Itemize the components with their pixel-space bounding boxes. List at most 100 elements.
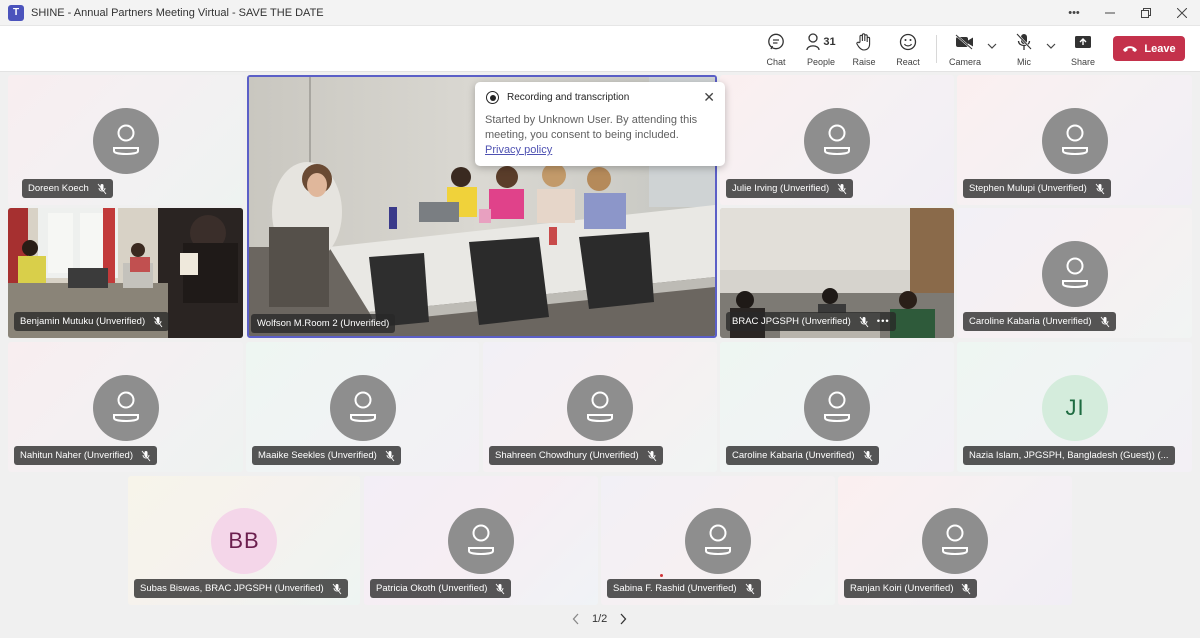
speaking-indicator [660, 574, 663, 577]
participant-name-tag: Subas Biswas, BRAC JPGSPH (Unverified) [134, 579, 348, 598]
more-options-icon[interactable]: ••• [1056, 0, 1092, 26]
participant-name: Stephen Mulupi (Unverified) [969, 183, 1087, 194]
raise-hand-button[interactable]: Raise [850, 26, 878, 72]
participant-tile[interactable]: BRAC JPGSPH (Unverified) ••• [720, 208, 954, 338]
participant-name: Nazia Islam, JPGSPH, Bangladesh (Guest))… [969, 450, 1169, 461]
mic-label: Mic [1017, 57, 1031, 67]
participant-name: Nahitun Naher (Unverified) [20, 450, 133, 461]
participant-name-tag: Doreen Koech [22, 179, 113, 198]
share-icon [1074, 32, 1092, 52]
window-title: SHINE - Annual Partners Meeting Virtual … [31, 6, 324, 19]
mic-options-chevron-icon[interactable] [1046, 42, 1056, 50]
close-icon[interactable]: ✕ [703, 89, 715, 106]
participant-tile[interactable]: Stephen Mulupi (Unverified) [957, 75, 1192, 205]
participant-name: Maaike Seekles (Unverified) [258, 450, 377, 461]
recording-message: Started by Unknown User. By attending th… [485, 114, 698, 141]
camera-label: Camera [948, 57, 981, 67]
participant-tile[interactable]: Maaike Seekles (Unverified) [246, 342, 479, 472]
default-avatar-icon [330, 375, 396, 441]
default-avatar-icon [685, 508, 751, 574]
restore-icon[interactable] [1128, 0, 1164, 26]
mic-off-icon [1016, 32, 1032, 52]
meeting-toolbar: Chat 31 People Raise React Camera Mic Sh… [0, 26, 1200, 72]
participant-name-tag: Nazia Islam, JPGSPH, Bangladesh (Guest))… [963, 446, 1175, 465]
gallery-pagination: 1/2 [572, 613, 627, 625]
participant-tile[interactable]: Patricia Okoth (Unverified) [364, 476, 598, 605]
hang-up-icon [1123, 45, 1138, 52]
camera-button[interactable]: Camera [948, 26, 982, 72]
participant-tile[interactable]: Julie Irving (Unverified) [720, 75, 954, 205]
react-button[interactable]: React [894, 26, 922, 72]
muted-mic-icon [141, 450, 151, 461]
chat-button[interactable]: Chat [761, 26, 791, 72]
window-controls: ••• [1056, 0, 1200, 26]
participant-tile[interactable]: Sabina F. Rashid (Unverified) [601, 476, 835, 605]
participant-name-tag: Shahreen Chowdhury (Unverified) [489, 446, 663, 465]
recording-notification: Recording and transcription ✕ Started by… [475, 82, 725, 166]
muted-mic-icon [647, 450, 656, 461]
participant-tile[interactable]: Caroline Kabaria (Unverified) [957, 208, 1192, 338]
chat-icon [767, 32, 785, 52]
default-avatar-icon [93, 375, 159, 441]
participant-name-tag: Patricia Okoth (Unverified) [370, 579, 512, 598]
participant-name: Julie Irving (Unverified) [732, 183, 830, 194]
participant-name: BRAC JPGSPH (Unverified) [732, 316, 851, 327]
participant-tile[interactable]: JI Nazia Islam, JPGSPH, Bangladesh (Gues… [957, 342, 1192, 472]
camera-off-icon [955, 32, 975, 52]
participant-tile[interactable]: Nahitun Naher (Unverified) [8, 342, 243, 472]
muted-mic-icon [863, 450, 872, 461]
default-avatar-icon [93, 108, 159, 174]
people-icon: 31 [806, 32, 836, 52]
participant-tile[interactable]: Benjamin Mutuku (Unverified) [8, 208, 243, 338]
initials-avatar: BB [211, 508, 277, 574]
participant-name-tag: Ranjan Koiri (Unverified) [844, 579, 978, 598]
people-button[interactable]: 31 People [804, 26, 838, 72]
participant-name-tag: Sabina F. Rashid (Unverified) [607, 579, 761, 598]
participant-name: Doreen Koech [28, 183, 89, 194]
participant-tile[interactable]: BB Subas Biswas, BRAC JPGSPH (Unverified… [128, 476, 360, 605]
react-label: React [896, 57, 920, 67]
minimize-icon[interactable] [1092, 0, 1128, 26]
raise-label: Raise [852, 57, 876, 67]
participant-tile[interactable]: Doreen Koech [8, 75, 243, 205]
muted-mic-icon [745, 583, 754, 594]
muted-mic-icon [332, 583, 342, 594]
previous-page-icon[interactable] [572, 613, 580, 625]
participant-name-tag: Stephen Mulupi (Unverified) [963, 179, 1111, 198]
participant-tile[interactable]: Shahreen Chowdhury (Unverified) [483, 342, 717, 472]
muted-mic-icon [1095, 183, 1105, 194]
camera-options-chevron-icon[interactable] [987, 42, 997, 50]
default-avatar-icon [922, 508, 988, 574]
participant-name-tag: Maaike Seekles (Unverified) [252, 446, 401, 465]
share-label: Share [1070, 57, 1096, 67]
privacy-policy-link[interactable]: Privacy policy [485, 144, 552, 156]
close-window-icon[interactable] [1164, 0, 1200, 26]
default-avatar-icon [804, 375, 870, 441]
mic-button[interactable]: Mic [1010, 26, 1038, 72]
next-page-icon[interactable] [619, 613, 627, 625]
title-bar: T SHINE - Annual Partners Meeting Virtua… [0, 0, 1200, 26]
participant-name-tag: Nahitun Naher (Unverified) [14, 446, 157, 465]
participant-tile[interactable]: Caroline Kabaria (Unverified) [720, 342, 954, 472]
people-count: 31 [823, 36, 836, 48]
participant-name-tag: BRAC JPGSPH (Unverified) ••• [726, 312, 896, 331]
participant-name-tag: Wolfson M.Room 2 (Unverified) [251, 314, 396, 333]
muted-mic-icon [496, 583, 505, 594]
participant-name: Subas Biswas, BRAC JPGSPH (Unverified) [140, 583, 324, 594]
recording-icon [486, 91, 499, 104]
muted-mic-icon [837, 183, 847, 194]
smiley-icon [899, 32, 917, 52]
default-avatar-icon [567, 375, 633, 441]
share-button[interactable]: Share [1069, 26, 1097, 72]
more-options-icon[interactable]: ••• [877, 316, 890, 327]
people-label: People [806, 57, 836, 67]
leave-button[interactable]: Leave [1113, 36, 1185, 61]
participant-name-tag: Caroline Kabaria (Unverified) [726, 446, 879, 465]
default-avatar-icon [804, 108, 870, 174]
participant-name: Benjamin Mutuku (Unverified) [20, 316, 146, 327]
default-avatar-icon [448, 508, 514, 574]
toolbar-divider [936, 35, 937, 63]
participant-name-tag: Caroline Kabaria (Unverified) [963, 312, 1116, 331]
participant-tile[interactable]: Ranjan Koiri (Unverified) [838, 476, 1072, 605]
muted-mic-icon [153, 316, 163, 327]
